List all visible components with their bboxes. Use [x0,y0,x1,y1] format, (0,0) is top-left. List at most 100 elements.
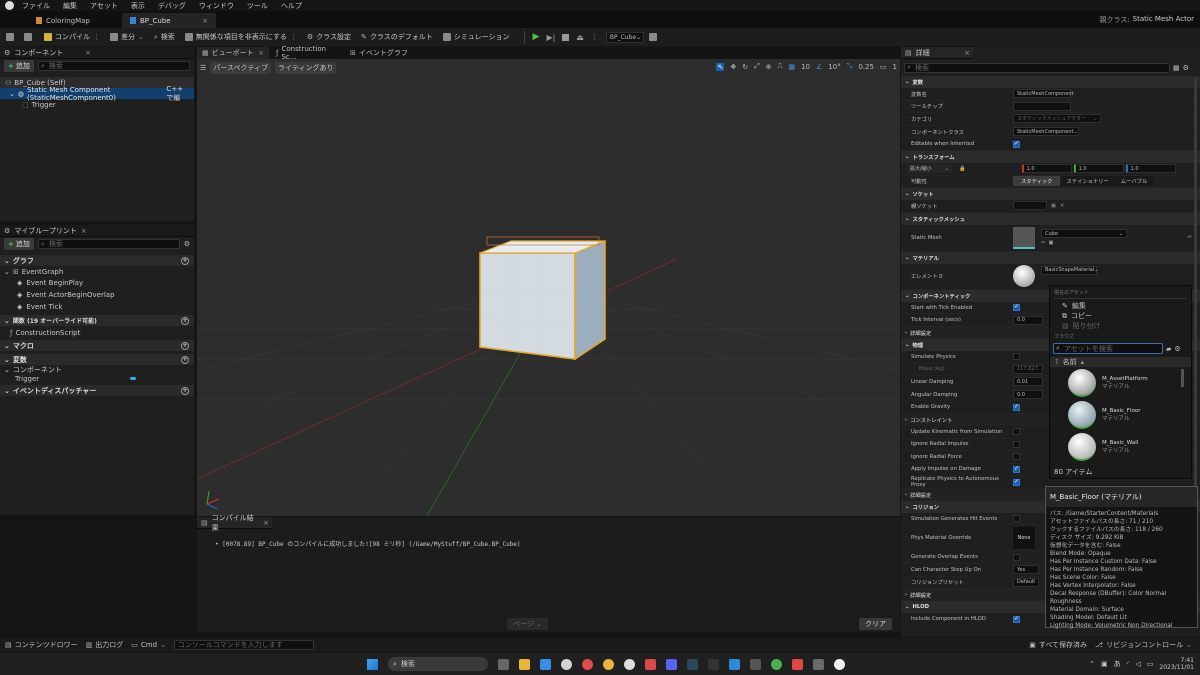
surface-snap-icon[interactable]: ⎍ [778,62,783,71]
component-search-input[interactable]: ⌕ 検索 [37,61,190,71]
add-function-button[interactable]: + [181,316,189,325]
scale-x-field[interactable]: 1.0 [1021,164,1072,174]
section-variable[interactable]: ⌄ 変数 [901,76,1200,88]
asset-item[interactable]: M_AssetPlatform マテリアル [1050,367,1191,399]
add-graph-button[interactable]: + [181,256,189,265]
event-item[interactable]: ◈ Event Tick [0,301,194,312]
menu-window[interactable]: ウィンドウ [199,1,234,11]
variable-name-field[interactable]: StaticMeshComponent [1013,89,1074,99]
ignore-radial-force-checkbox[interactable] [1013,453,1020,461]
asset-list-scrollbar[interactable] [1181,369,1184,387]
more-options-icon[interactable]: ⋮ [591,33,598,41]
ignore-radial-impulse-checkbox[interactable] [1013,440,1020,448]
tab-construction-script[interactable]: ƒ Construction Sc... [271,45,343,61]
section-sockets[interactable]: ⌄ ソケット [901,188,1200,201]
chrome-icon[interactable] [603,658,614,670]
section-transform[interactable]: ⌄ トランスフォーム [901,150,1200,163]
sim-hit-events-checkbox[interactable] [1013,515,1020,523]
tick-interval-field[interactable]: 0.0 [1013,315,1043,325]
tab-bp-cube[interactable]: BP_Cube × [122,13,216,28]
collision-preset-select[interactable]: Default [1013,577,1039,587]
graphs-section[interactable]: ⌄ グラフ + [0,255,194,266]
start-tick-checkbox[interactable] [1013,303,1020,312]
close-icon[interactable]: × [81,227,87,235]
close-icon[interactable]: × [85,49,91,57]
event-dispatchers-section[interactable]: ⌄ イベントディスパッチャー + [0,385,194,396]
output-log-button[interactable]: ▥ 出力ログ [86,640,124,650]
vscode-icon[interactable] [729,658,740,670]
find-button[interactable]: ⌕ 検索 [154,32,175,42]
scale-snap-icon[interactable]: ⤡ [847,62,853,71]
rotation-snap-value[interactable]: 10° [828,63,840,71]
section-static-mesh[interactable]: ⌄ スタティックメッシュ [901,212,1200,225]
scale-mode-select[interactable]: 拡大/縮小 ⌄ [907,164,952,174]
unreal-logo-icon[interactable] [5,1,14,10]
enable-gravity-checkbox[interactable] [1013,403,1020,411]
save-status[interactable]: ▣ すべて保存済み [1029,640,1087,650]
linear-damping-field[interactable]: 0.01 [1013,377,1043,387]
diff-button[interactable]: 差分 ⌄ [110,32,144,42]
variable-item-trigger[interactable]: Trigger [0,374,194,383]
battery-icon[interactable]: ▭ [1147,660,1154,668]
parent-class-value[interactable]: Static Mesh Actor [1133,15,1194,25]
app-icon-7[interactable] [813,658,824,670]
material-thumbnail[interactable] [1013,265,1035,288]
tab-coloringmap[interactable]: ColoringMap [28,13,122,28]
tab-viewport[interactable]: ▦ ビューポート × [197,47,269,59]
mesh-thumbnail[interactable] [1013,226,1035,249]
folder-icon[interactable]: ▰ [1166,345,1171,353]
perspective-button[interactable]: パースペクティブ [210,62,272,74]
music-icon[interactable] [582,658,593,670]
browse-icon[interactable] [24,33,32,41]
menu-tools[interactable]: ツール [247,1,268,11]
event-item[interactable]: ◈ Event ActorBeginOverlap [0,289,194,300]
close-icon[interactable]: × [263,519,269,527]
clock[interactable]: 7:41 2023/11/01 [1159,657,1194,671]
lit-mode-button[interactable]: ライティングあり [275,62,337,74]
editable-inherited-checkbox[interactable] [1013,140,1020,148]
event-graph-item[interactable]: ⌄ ⊞ EventGraph [0,266,194,277]
tray-chevron-icon[interactable]: ⌃ [1089,660,1095,668]
scale-snap-value[interactable]: 0.25 [858,63,874,71]
epic-games-icon[interactable] [708,658,719,670]
debug-browse-icon[interactable] [648,33,657,41]
asset-search-input[interactable]: ⌕ アセットを検索 [1053,343,1163,354]
network-icon[interactable]: ◜ [1127,660,1130,668]
close-icon[interactable]: × [964,49,970,57]
event-item[interactable]: ◈ Event BeginPlay [0,277,194,288]
file-explorer-icon[interactable] [519,658,530,670]
macros-section[interactable]: ⌄ マクロ + [0,340,194,351]
app-icon-1[interactable] [624,658,635,670]
steam-icon[interactable] [687,658,698,670]
paste-asset-item[interactable]: ▤ 貼り付け [1050,321,1191,331]
gear-icon[interactable]: ⚙ [1174,345,1180,353]
add-macro-button[interactable]: + [181,341,189,350]
class-defaults-button[interactable]: ✎ クラスのデフォルト [361,32,433,42]
menu-view[interactable]: 表示 [131,1,145,11]
translate-icon[interactable]: ✥ [730,63,736,71]
replicate-physics-checkbox[interactable] [1013,478,1020,486]
lock-icon[interactable]: 🔒 [959,166,966,172]
use-selected-icon[interactable]: ⇦ [1041,240,1045,246]
parent-socket-field[interactable] [1013,201,1047,211]
gear-icon[interactable]: ⚙ [1183,64,1189,72]
stop-icon[interactable] [562,33,570,41]
browse-asset-icon[interactable]: ▣ [1048,240,1053,246]
scale-icon[interactable]: ⤢ [754,62,760,71]
mobility-movable[interactable]: ムーバブル [1114,176,1154,187]
language-icon[interactable]: あ [1114,659,1121,669]
app-icon-6[interactable] [792,658,803,670]
mass-field[interactable]: 117.827... [1013,364,1043,374]
browse-socket-icon[interactable]: ▣ [1051,203,1056,209]
rotate-icon[interactable]: ↻ [742,63,748,71]
unreal-engine-icon[interactable] [834,658,845,670]
copy-asset-item[interactable]: ⧉ コピー [1050,311,1191,321]
menu-file[interactable]: ファイル [22,1,50,11]
viewport[interactable]: ☰ パースペクティブ ライティングあり ⇖ ✥ ↻ ⤢ ⊕ ⎍ ▦ 10 ∠ 10°… [197,59,900,516]
component-item-static-mesh[interactable]: ⌄ ◍ Static Mesh Component (StaticMeshCom… [0,85,194,102]
step-up-select[interactable]: Yes [1013,565,1039,575]
property-matrix-icon[interactable]: ▦ [1173,64,1180,72]
phys-material-thumbnail[interactable]: None [1013,526,1035,549]
details-search-input[interactable]: ⌕ 検索 [904,62,1170,73]
add-component-button[interactable]: + 追加 [4,60,34,72]
